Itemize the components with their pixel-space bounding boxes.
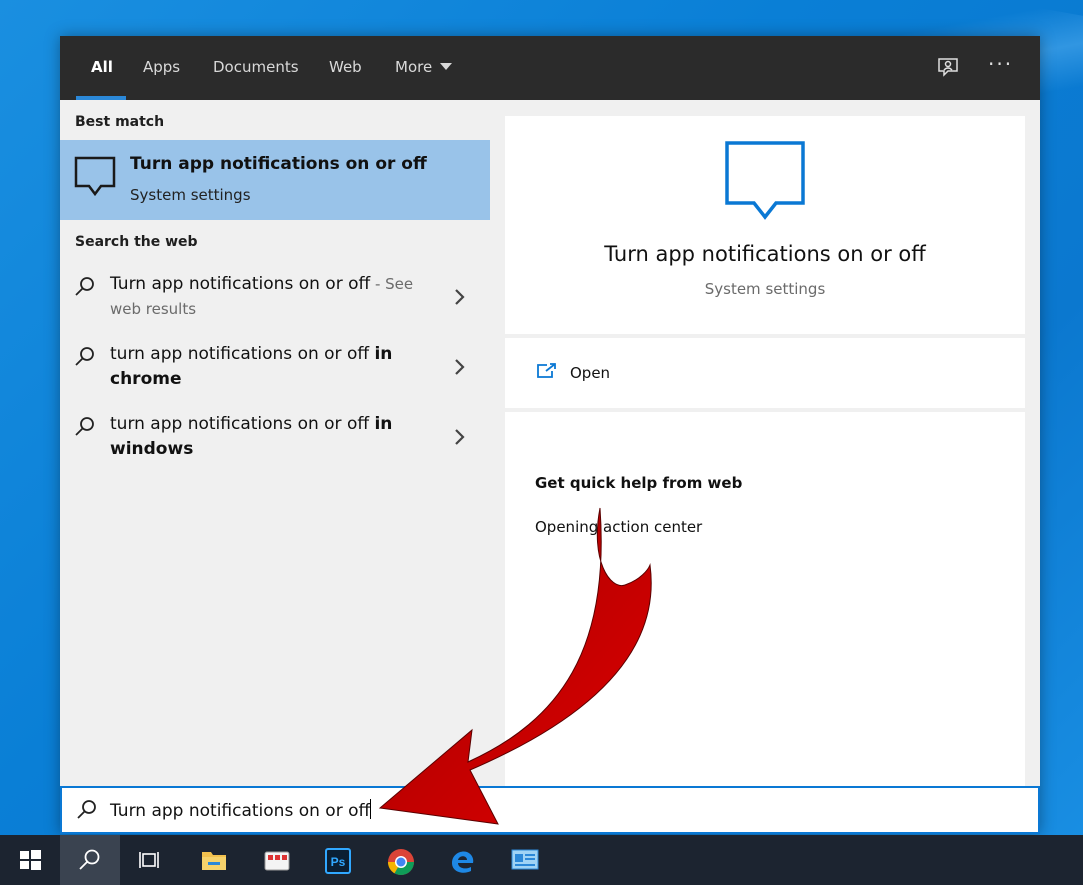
search-icon [74,346,96,372]
tab-more[interactable]: More [395,36,453,100]
search-icon [76,799,98,825]
web-result-item[interactable]: turn app notifications on or off in chro… [60,340,490,406]
chevron-down-icon [440,63,453,70]
tab-documents[interactable]: Documents [213,36,299,100]
photoshop-label: Ps [331,855,346,869]
open-icon [535,362,557,384]
best-match-title: Turn app notifications on or off [130,154,427,174]
search-icon [74,416,96,442]
tab-apps[interactable]: Apps [143,36,180,100]
search-icon[interactable] [60,835,120,885]
search-icon [74,276,96,302]
file-explorer-icon[interactable] [183,835,243,885]
preview-card: Turn app notifications on or off System … [505,116,1025,334]
edge-icon[interactable] [431,835,491,885]
web-result-text: turn app notifications on or off in wind… [110,414,393,459]
chevron-right-icon [453,428,465,450]
best-match-header: Best match [75,114,165,130]
more-options-button[interactable]: ··· [988,52,1013,76]
web-result-item[interactable]: turn app notifications on or off in wind… [60,410,490,476]
tab-web[interactable]: Web [329,36,362,100]
photoshop-icon[interactable]: Ps [307,835,367,885]
best-match-subtitle: System settings [130,186,251,204]
search-panel: All Apps Documents Web More ··· Best mat… [60,36,1040,834]
preview-subtitle: System settings [704,280,826,298]
results-list: Best match Turn app notifications on or … [60,100,490,786]
open-label: Open [570,364,611,382]
web-result-item[interactable]: Turn app notifications on or off - See w… [60,270,490,336]
notification-message-icon [74,156,116,202]
quick-help-card: Get quick help from web Opening action c… [505,412,1025,786]
search-input[interactable]: Turn app notifications on or off [110,799,372,821]
windows-start-icon[interactable] [0,835,60,885]
search-box[interactable]: Turn app notifications on or off [60,786,1040,834]
app-icon[interactable] [245,835,305,885]
help-link-opening-action-center[interactable]: Opening action center [535,518,702,536]
web-result-text: turn app notifications on or off in chro… [110,344,393,389]
tab-all[interactable]: All [91,36,113,100]
search-web-header: Search the web [75,234,198,250]
control-panel-icon[interactable] [493,835,553,885]
feedback-icon[interactable] [936,56,960,80]
quick-help-header: Get quick help from web [535,474,743,492]
notification-message-icon [724,140,806,226]
search-scope-bar: All Apps Documents Web More ··· [60,36,1040,100]
preview-title: Turn app notifications on or off [604,242,926,266]
task-view-icon[interactable] [120,835,180,885]
text-cursor [370,799,372,819]
web-result-text: Turn app notifications on or off - See w… [110,274,414,318]
taskbar: Ps [0,835,1083,885]
chevron-right-icon [453,358,465,380]
chrome-icon[interactable] [369,835,429,885]
best-match-item[interactable]: Turn app notifications on or off System … [60,140,490,220]
open-action[interactable]: Open [505,338,1025,408]
chevron-right-icon [453,288,465,310]
